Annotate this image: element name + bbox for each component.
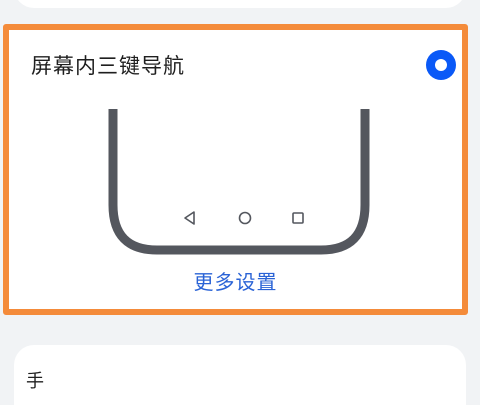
previous-card-bottom (14, 0, 466, 8)
three-key-navigation-card[interactable]: 屏幕内三键导航 更多设置 (3, 24, 468, 315)
selected-radio-button[interactable] (426, 50, 456, 80)
more-settings-link[interactable]: 更多设置 (9, 266, 462, 295)
back-triangle-icon (184, 211, 195, 225)
next-option-title: 手 (26, 371, 44, 392)
phone-navigation-illustration (108, 109, 370, 255)
radio-inner-dot (435, 59, 447, 71)
home-circle-icon (238, 211, 252, 225)
option-title: 屏幕内三键导航 (31, 54, 185, 78)
next-option-card[interactable]: 手 (14, 345, 466, 405)
recents-square-icon (292, 212, 304, 224)
